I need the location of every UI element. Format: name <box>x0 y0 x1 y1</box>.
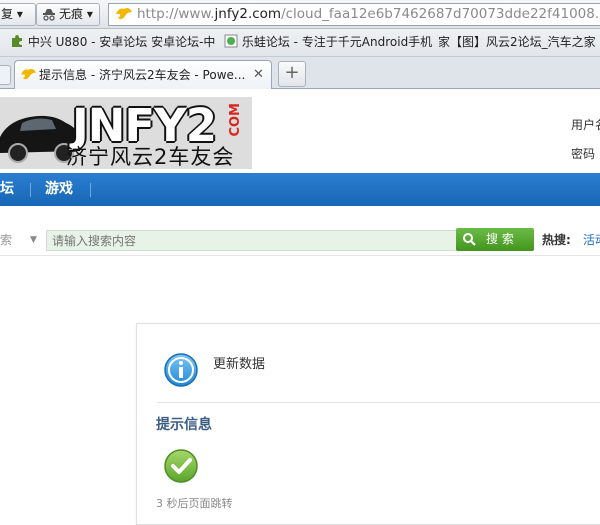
bookmark-item[interactable]: 家【图】风云2论坛_汽车之家 <box>438 29 596 56</box>
tab-favicon-icon <box>21 68 36 80</box>
nav-item-games[interactable]: 游戏 <box>45 173 73 206</box>
hot-search-link[interactable]: 活动 <box>583 230 600 250</box>
nav-divider <box>90 183 91 197</box>
password-label: 密码 <box>571 147 596 161</box>
bookmark-label: 中兴 U880 - 安卓论坛 安卓论坛-中 <box>27 35 216 49</box>
search-type-label: 索 <box>0 233 13 247</box>
incognito-icon <box>43 9 55 21</box>
browser-navbar: 复 ▾ 无痕 ▾ http://www.jnfy2.com/cloud_faa1… <box>0 0 600 29</box>
puzzle-icon <box>12 35 22 47</box>
bookmarks-bar: 中兴 U880 - 安卓论坛 安卓论坛-中 乐蛙论坛 - 专注于千元Androi… <box>0 29 600 57</box>
site-logo[interactable]: JNFY2 COM 济宁风云2车友会 <box>0 97 252 169</box>
close-tab-icon[interactable]: ✕ <box>253 67 264 82</box>
card-divider <box>157 402 600 403</box>
tab-strip: 提示信息 - 济宁风云2车友会 - Powe... ✕ + <box>0 57 600 89</box>
redirect-text: 3 秒后页面跳转 <box>156 497 233 510</box>
url-bar[interactable]: http://www.jnfy2.com/cloud_faa12e6b74626… <box>108 3 600 26</box>
info-icon <box>164 353 198 387</box>
incognito-button[interactable]: 无痕 ▾ <box>36 3 100 26</box>
main-nav: 坛 游戏 <box>0 173 600 206</box>
logo-subtitle: 济宁风云2车友会 <box>66 145 235 169</box>
logo-com-text: COM <box>228 103 243 137</box>
nav-item-forum[interactable]: 坛 <box>0 173 14 206</box>
search-type-select[interactable]: 索 ▼ <box>0 230 44 250</box>
bookmark-label: 乐蛙论坛 - 专注于千元Android手机 <box>241 35 433 49</box>
restore-button-label: 复 ▾ <box>1 7 23 21</box>
hot-search-label: 热搜: <box>542 233 571 247</box>
url-text: http://www.jnfy2.com/cloud_faa12e6b74626… <box>137 6 600 22</box>
search-icon <box>463 233 476 246</box>
nav-divider <box>30 183 31 197</box>
frog-icon <box>224 34 238 48</box>
search-input[interactable] <box>46 230 461 251</box>
update-data-text: 更新数据 <box>213 357 266 372</box>
bookmark-item[interactable]: 乐蛙论坛 - 专注于千元Android手机 <box>224 29 432 56</box>
search-button[interactable]: 搜 索 <box>456 228 534 251</box>
tab-scroll-left[interactable] <box>0 65 11 85</box>
bookmark-label: 家【图】风云2论坛_汽车之家 <box>438 35 596 49</box>
search-button-label: 搜 索 <box>486 232 514 246</box>
bookmark-item[interactable]: 中兴 U880 - 安卓论坛 安卓论坛-中 <box>10 29 215 56</box>
username-label: 用户名 <box>571 118 600 132</box>
new-tab-button[interactable]: + <box>278 61 306 87</box>
tab-title: 提示信息 - 济宁风云2车友会 - Powe... <box>39 68 245 82</box>
restore-button[interactable]: 复 ▾ <box>0 3 36 26</box>
success-check-icon <box>164 449 198 483</box>
incognito-button-label: 无痕 ▾ <box>59 7 93 21</box>
site-favicon-icon <box>116 8 132 20</box>
active-tab[interactable]: 提示信息 - 济宁风云2车友会 - Powe... ✕ <box>14 60 272 89</box>
chevron-down-icon: ▼ <box>30 235 37 245</box>
message-title: 提示信息 <box>156 417 212 433</box>
